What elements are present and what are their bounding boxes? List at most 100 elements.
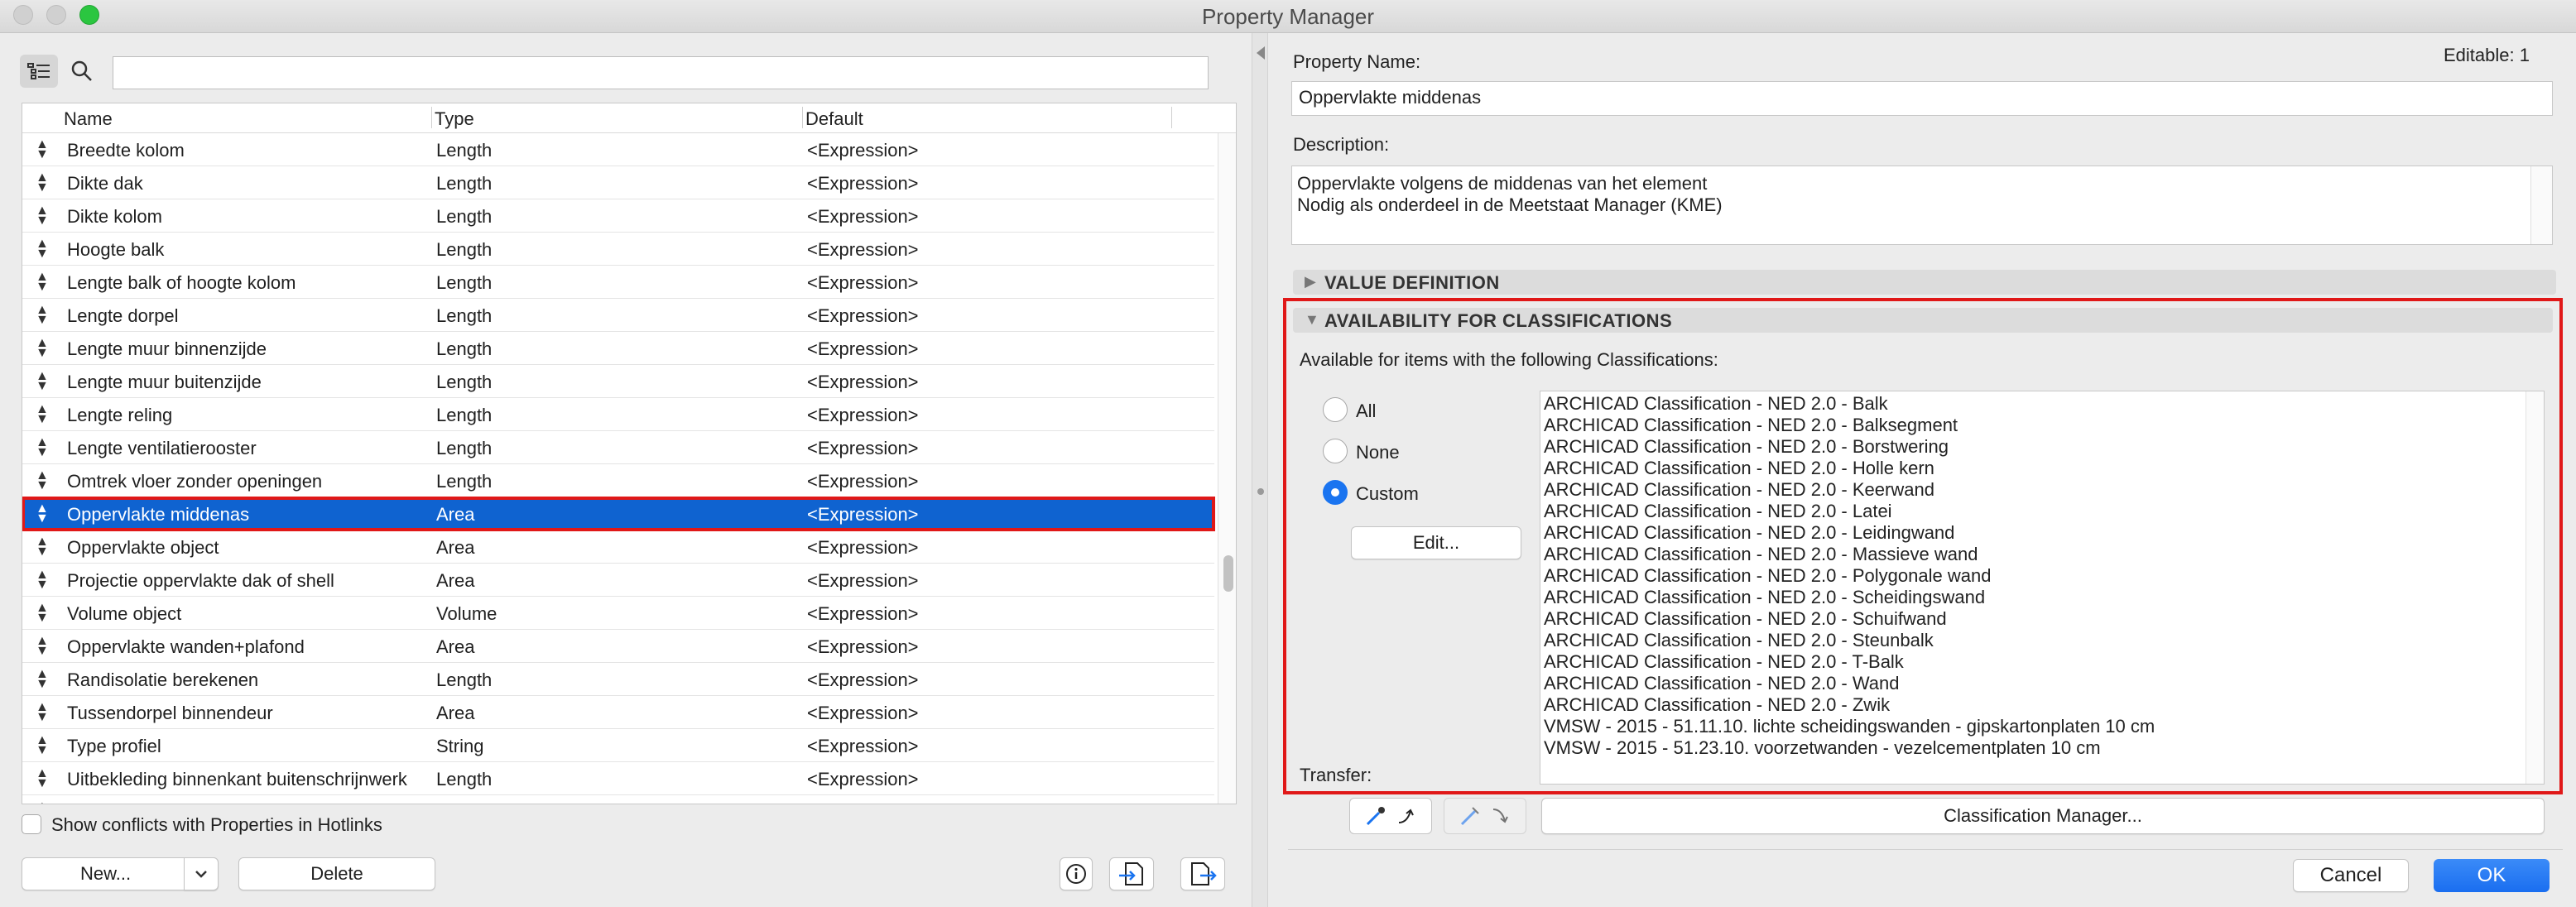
drag-handle-icon[interactable]: ▲▼ (36, 701, 49, 724)
value-definition-section[interactable]: ▶ VALUE DEFINITION (1293, 270, 2556, 295)
drag-handle-icon[interactable]: ▲▼ (36, 800, 49, 804)
drag-handle-icon[interactable]: ▲▼ (36, 602, 49, 625)
classification-item[interactable]: ARCHICAD Classification - NED 2.0 - Zwik (1544, 694, 1890, 716)
drag-handle-icon[interactable]: ▲▼ (36, 436, 49, 459)
cell-default: <Expression> (807, 239, 919, 260)
classification-item[interactable]: ARCHICAD Classification - NED 2.0 - Holl… (1544, 458, 1934, 479)
table-row[interactable]: ▲ ▼ Lengte reling Length <Expression> (22, 398, 1214, 431)
drag-handle-icon[interactable]: ▲▼ (36, 569, 49, 592)
radio-custom[interactable] (1323, 480, 1348, 505)
drag-handle-icon[interactable]: ▲▼ (36, 370, 49, 393)
cell-default: <Expression> (807, 570, 919, 591)
drag-handle-icon[interactable]: ▲▼ (36, 337, 49, 360)
classification-list[interactable]: ARCHICAD Classification - NED 2.0 - Balk… (1540, 391, 2545, 785)
show-conflicts-checkbox[interactable] (22, 814, 41, 834)
cell-name: Lengte muur buitenzijde (67, 372, 262, 392)
inject-classification-button[interactable] (1444, 798, 1526, 834)
classification-item[interactable]: ARCHICAD Classification - NED 2.0 - Schu… (1544, 608, 1947, 630)
drag-handle-icon[interactable]: ▲▼ (36, 204, 49, 228)
table-row[interactable]: ▲ ▼ Lengte muur binnenzijde Length <Expressi… (22, 332, 1214, 365)
info-button[interactable] (1060, 857, 1093, 890)
table-row[interactable]: ▲ ▼ Oppervlakte wanden+plafond Area <Express… (22, 630, 1214, 663)
drag-handle-icon[interactable]: ▲▼ (36, 767, 49, 790)
radio-all[interactable] (1323, 397, 1348, 422)
classification-item[interactable]: VMSW - 2015 - 51.23.10. voorzetwanden - … (1544, 737, 2101, 759)
search-toggle[interactable] (63, 55, 101, 88)
table-row[interactable]: ▲ ▼ Projectie oppervlakte dak of shell Area… (22, 564, 1214, 597)
table-row[interactable]: ▲ ▼ Lengte balk of hoogte kolom Length <Expr… (22, 266, 1214, 299)
table-row[interactable]: ▲▼ Uitbekleding buitenkant buitenschrijnw… (22, 795, 1214, 804)
drag-handle-icon[interactable]: ▲▼ (36, 635, 49, 658)
drag-handle-icon[interactable]: ▲▼ (36, 138, 49, 161)
table-row[interactable]: ▲ ▼ Oppervlakte object Area <Expression> (22, 530, 1214, 564)
table-row[interactable]: ▲ ▼ Breedte kolom Length <Expression> (22, 133, 1214, 166)
delete-button[interactable]: Delete (238, 857, 435, 890)
property-name-input[interactable]: Oppervlakte middenas (1291, 81, 2553, 116)
description-scrollbar[interactable] (2530, 166, 2552, 244)
export-button[interactable] (1180, 857, 1225, 890)
disclosure-down-icon: ▼ (1305, 311, 1319, 328)
pick-up-classification-button[interactable] (1349, 798, 1432, 834)
classification-item[interactable]: ARCHICAD Classification - NED 2.0 - Poly… (1544, 565, 1991, 587)
drag-handle-icon[interactable]: ▲▼ (36, 469, 49, 492)
ok-button[interactable]: OK (2434, 859, 2550, 892)
table-row[interactable]: ▲ ▼ Type profiel String <Expression> (22, 729, 1214, 762)
drag-handle-icon[interactable]: ▲▼ (36, 668, 49, 691)
table-row[interactable]: ▲ ▼ Lengte dorpel Length <Expression> (22, 299, 1214, 332)
cell-name: Type profiel (67, 736, 161, 756)
classification-manager-button[interactable]: Classification Manager... (1541, 798, 2545, 834)
drag-handle-icon[interactable]: ▲▼ (36, 171, 49, 194)
table-row[interactable]: ▲ ▼ Dikte dak Length <Expression> (22, 166, 1214, 199)
table-row[interactable]: ▲ ▼ Oppervlakte middenas Area <Expression> (22, 497, 1215, 531)
classification-item[interactable]: ARCHICAD Classification - NED 2.0 - Late… (1544, 501, 1892, 522)
drag-handle-icon[interactable]: ▲▼ (36, 502, 49, 525)
collapse-arrow-icon[interactable] (1255, 45, 1266, 61)
pane-splitter[interactable] (1252, 33, 1268, 907)
cell-type: Area (436, 636, 475, 657)
cancel-button[interactable]: Cancel (2293, 859, 2409, 892)
table-row[interactable]: ▲ ▼ Dikte kolom Length <Expression> (22, 199, 1214, 233)
radio-none[interactable] (1323, 439, 1348, 463)
table-row[interactable]: ▲ ▼ Tussendorpel binnendeur Area <Expression… (22, 696, 1214, 729)
drag-handle-icon[interactable]: ▲▼ (36, 403, 49, 426)
classification-item[interactable]: ARCHICAD Classification - NED 2.0 - Sche… (1544, 587, 1985, 608)
classification-list-scrollbar[interactable] (2526, 391, 2544, 784)
table-row[interactable]: ▲ ▼ Uitbekleding binnenkant buitenschrijnw… (22, 762, 1214, 795)
list-scrollbar[interactable] (1218, 133, 1236, 804)
tree-view-toggle[interactable] (20, 55, 58, 88)
radio-all-label: All (1356, 401, 1377, 421)
column-header-name[interactable]: Name (64, 108, 113, 130)
drag-handle-icon[interactable]: ▲▼ (36, 734, 49, 757)
new-dropdown-button[interactable] (184, 857, 219, 890)
drag-handle-icon[interactable]: ▲▼ (36, 271, 49, 294)
column-header-default[interactable]: Default (805, 108, 863, 130)
table-row[interactable]: ▲ ▼ Randisolatie berekenen Length <Expressio… (22, 663, 1214, 696)
classification-item[interactable]: ARCHICAD Classification - NED 2.0 - T-Ba… (1544, 651, 1904, 673)
cell-type: Length (436, 669, 493, 690)
classification-item[interactable]: ARCHICAD Classification - NED 2.0 - Balk… (1544, 415, 1958, 436)
classification-item[interactable]: ARCHICAD Classification - NED 2.0 - Mass… (1544, 544, 1978, 565)
import-button[interactable] (1109, 857, 1154, 890)
availability-section[interactable]: ▼ AVAILABILITY FOR CLASSIFICATIONS (1293, 308, 2553, 333)
column-header-type[interactable]: Type (435, 108, 474, 130)
classification-item[interactable]: ARCHICAD Classification - NED 2.0 - Keer… (1544, 479, 1934, 501)
classification-item[interactable]: ARCHICAD Classification - NED 2.0 - Steu… (1544, 630, 1934, 651)
table-row[interactable]: ▲ ▼ Lengte muur buitenzijde Length <Expressi… (22, 365, 1214, 398)
drag-handle-icon[interactable]: ▲▼ (36, 304, 49, 327)
classification-item[interactable]: VMSW - 2015 - 51.11.10. lichte scheiding… (1544, 716, 2155, 737)
splitter-handle-icon[interactable] (1257, 485, 1265, 498)
edit-button[interactable]: Edit... (1351, 526, 1521, 559)
table-row[interactable]: ▲ ▼ Omtrek vloer zonder openingen Length <Ex… (22, 464, 1214, 497)
table-row[interactable]: ▲ ▼ Hoogte balk Length <Expression> (22, 233, 1214, 266)
drag-handle-icon[interactable]: ▲▼ (36, 535, 49, 559)
classification-item[interactable]: ARCHICAD Classification - NED 2.0 - Bors… (1544, 436, 1949, 458)
search-input[interactable] (113, 56, 1209, 89)
classification-item[interactable]: ARCHICAD Classification - NED 2.0 - Leid… (1544, 522, 1954, 544)
classification-item[interactable]: ARCHICAD Classification - NED 2.0 - Wand (1544, 673, 1900, 694)
table-row[interactable]: ▲ ▼ Volume object Volume <Expression> (22, 597, 1214, 630)
drag-handle-icon[interactable]: ▲▼ (36, 238, 49, 261)
classification-item[interactable]: ARCHICAD Classification - NED 2.0 - Balk (1544, 393, 1888, 415)
scroll-thumb[interactable] (1223, 555, 1233, 592)
description-input[interactable]: Oppervlakte volgens de middenas van het … (1291, 166, 2553, 245)
table-row[interactable]: ▲ ▼ Lengte ventilatierooster Length <Express… (22, 431, 1214, 464)
